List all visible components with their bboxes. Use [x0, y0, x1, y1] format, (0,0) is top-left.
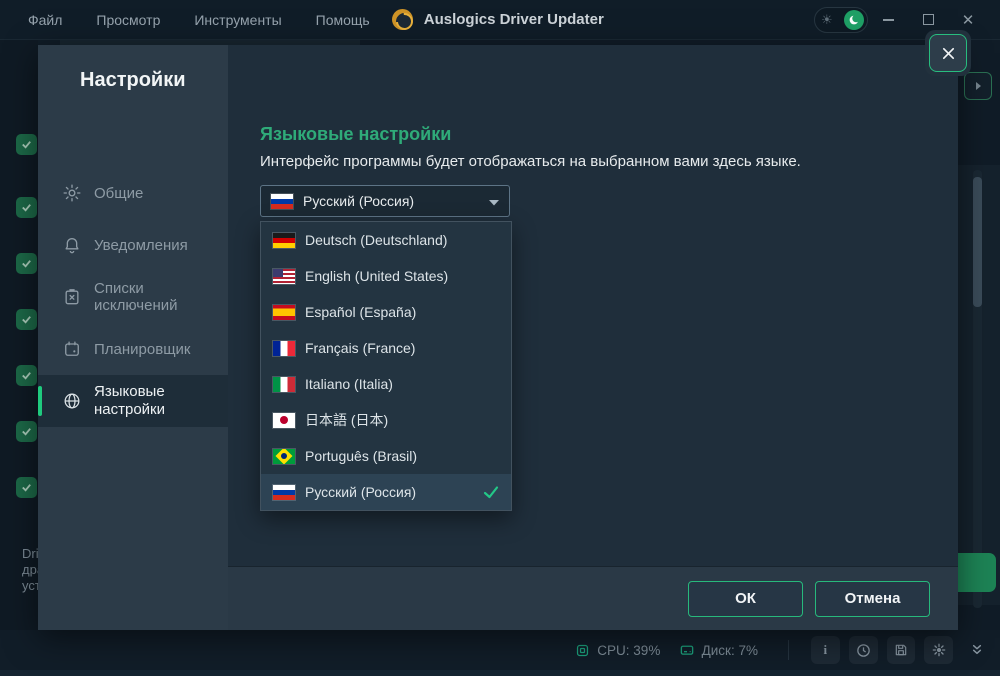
- checkmark-icon: [483, 485, 499, 499]
- bell-icon: [62, 235, 82, 255]
- sun-icon: ☀: [821, 13, 833, 26]
- globe-icon: [62, 391, 82, 411]
- forward-arrow-button[interactable]: [964, 72, 992, 100]
- language-option-label: Español (España): [305, 304, 416, 320]
- language-dropdown-list: Deutsch (Deutschland) English (United St…: [260, 221, 512, 511]
- sidebar-item-label: Планировщик: [94, 341, 190, 358]
- driver-list-checkbox-column: [0, 40, 38, 632]
- driver-checkbox[interactable]: [16, 477, 37, 498]
- russia-flag-icon: [273, 485, 295, 500]
- gear-icon: [62, 183, 82, 203]
- menu-view[interactable]: Просмотр: [96, 12, 160, 28]
- language-option-label: Italiano (Italia): [305, 376, 393, 392]
- language-option-russian-selected[interactable]: Русский (Россия): [261, 474, 511, 510]
- language-option-francais[interactable]: Français (France): [261, 330, 511, 366]
- exclusion-list-icon: [62, 287, 82, 307]
- language-option-english[interactable]: English (United States): [261, 258, 511, 294]
- background-clipped-text: Driv дра уст: [22, 546, 39, 594]
- cpu-readout: CPU: 39%: [574, 642, 660, 659]
- language-option-japanese[interactable]: 日本語 (日本): [261, 402, 511, 438]
- minimize-button[interactable]: [868, 5, 908, 35]
- window-bottom-strip: [0, 670, 1000, 676]
- cpu-icon: [574, 642, 591, 659]
- save-button[interactable]: [887, 636, 916, 664]
- japan-flag-icon: [273, 413, 295, 428]
- app-title: Auslogics Driver Updater: [424, 11, 604, 28]
- menu-tools[interactable]: Инструменты: [194, 12, 281, 28]
- language-option-deutsch[interactable]: Deutsch (Deutschland): [261, 222, 511, 258]
- sidebar-item-label: Списки исключений: [94, 280, 228, 314]
- cancel-button[interactable]: Отмена: [815, 581, 930, 617]
- scheduler-icon: [62, 339, 82, 359]
- language-select-value: Русский (Россия): [303, 193, 414, 209]
- language-option-portugues[interactable]: Português (Brasil): [261, 438, 511, 474]
- sidebar-item-scheduler[interactable]: Планировщик: [38, 323, 228, 375]
- settings-gear-button[interactable]: [924, 636, 953, 664]
- dialog-close-button[interactable]: [925, 30, 971, 76]
- history-button[interactable]: [849, 636, 878, 664]
- settings-dialog: Настройки Общие Уведомления Списки исклю…: [38, 45, 958, 630]
- dialog-footer: ОК Отмена: [228, 566, 958, 630]
- active-indicator-bar: [38, 386, 42, 416]
- driver-checkbox[interactable]: [16, 365, 37, 386]
- brazil-flag-icon: [273, 449, 295, 464]
- statusbar-separator: [788, 640, 789, 660]
- language-option-label: English (United States): [305, 268, 448, 284]
- language-option-label: Русский (Россия): [305, 484, 416, 500]
- disk-icon: [678, 641, 696, 659]
- settings-sidebar: Настройки Общие Уведомления Списки исклю…: [38, 45, 228, 630]
- russia-flag-icon: [271, 194, 293, 209]
- sidebar-item-label: Общие: [94, 185, 143, 202]
- language-select[interactable]: Русский (Россия): [260, 185, 510, 217]
- app-window: Файл Просмотр Инструменты Помощь Auslogi…: [0, 0, 1000, 676]
- driver-checkbox[interactable]: [16, 421, 37, 442]
- spain-flag-icon: [273, 305, 295, 320]
- italy-flag-icon: [273, 377, 295, 392]
- language-option-label: 日本語 (日本): [305, 410, 388, 430]
- moon-icon: [844, 10, 864, 30]
- sidebar-item-label: Языковые настройки: [94, 383, 165, 419]
- disk-readout: Диск: 7%: [678, 641, 758, 659]
- language-option-label: Français (France): [305, 340, 415, 356]
- chevron-down-icon: [489, 193, 499, 209]
- page-description: Интерфейс программы будет отображаться н…: [260, 153, 801, 170]
- france-flag-icon: [273, 341, 295, 356]
- sidebar-item-exclusion-lists[interactable]: Списки исключений: [38, 271, 228, 323]
- language-option-label: Deutsch (Deutschland): [305, 232, 447, 248]
- usa-flag-icon: [273, 269, 295, 284]
- sidebar-item-general[interactable]: Общие: [38, 167, 228, 219]
- menu-help[interactable]: Помощь: [316, 12, 370, 28]
- sidebar-item-notifications[interactable]: Уведомления: [38, 219, 228, 271]
- driver-checkbox[interactable]: [16, 253, 37, 274]
- sidebar-item-label: Уведомления: [94, 237, 188, 254]
- titlebar: Файл Просмотр Инструменты Помощь Auslogi…: [0, 0, 1000, 40]
- driver-checkbox[interactable]: [16, 134, 37, 155]
- theme-toggle[interactable]: ☀: [814, 7, 868, 33]
- statusbar: CPU: 39% Диск: 7% i: [0, 630, 1000, 670]
- driver-checkbox[interactable]: [16, 197, 37, 218]
- collapse-chevrons-button[interactable]: [962, 636, 991, 664]
- info-button[interactable]: i: [811, 636, 840, 664]
- language-option-espanol[interactable]: Español (España): [261, 294, 511, 330]
- language-option-label: Português (Brasil): [305, 448, 417, 464]
- close-icon: [929, 34, 967, 72]
- ok-button[interactable]: ОК: [688, 581, 803, 617]
- page-title: Языковые настройки: [260, 124, 451, 145]
- menu-file[interactable]: Файл: [28, 12, 62, 28]
- scrollbar-thumb[interactable]: [973, 177, 982, 307]
- driver-checkbox[interactable]: [16, 309, 37, 330]
- language-option-italiano[interactable]: Italiano (Italia): [261, 366, 511, 402]
- sidebar-item-language-settings[interactable]: Языковые настройки: [38, 375, 228, 427]
- germany-flag-icon: [273, 233, 295, 248]
- settings-heading: Настройки: [80, 69, 186, 92]
- auslogics-logo-icon: [392, 9, 413, 30]
